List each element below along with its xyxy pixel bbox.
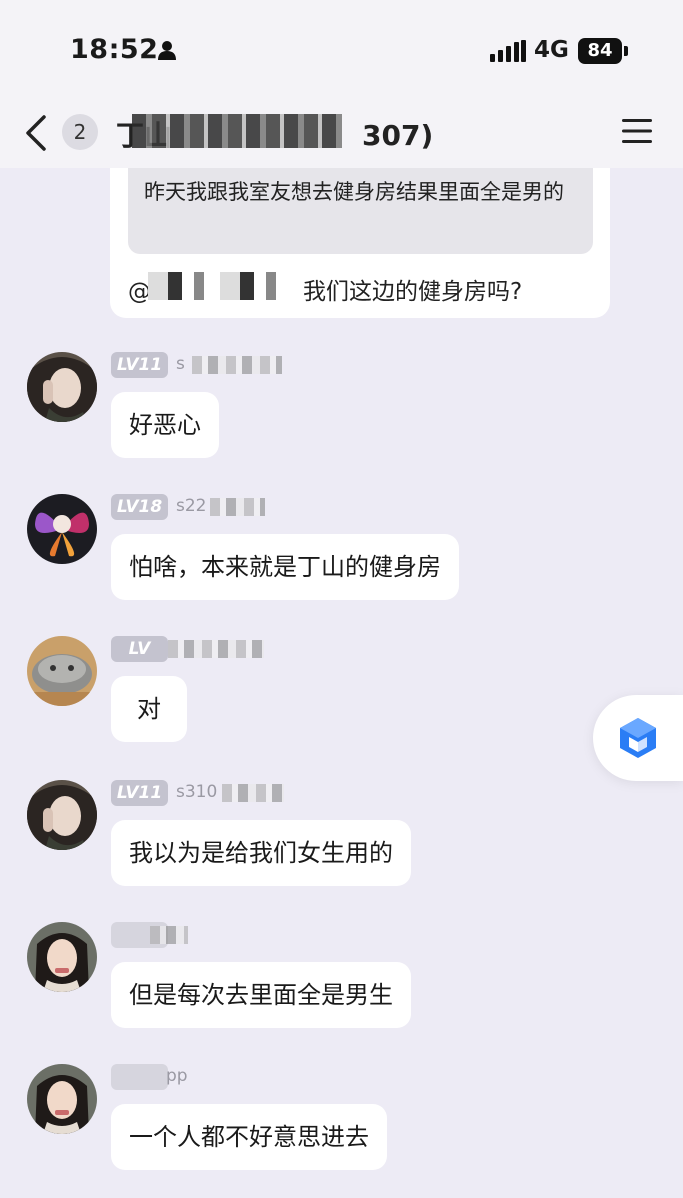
avatar[interactable] <box>27 780 97 850</box>
mention-mosaic <box>148 272 288 300</box>
message-bubble[interactable]: 我以为是给我们女生用的 <box>111 820 411 886</box>
unread-count-badge: 2 <box>62 114 98 150</box>
chat-list[interactable]: 昨天我跟我室友想去健身房结果里面全是男的 @ 我们这边的健身房吗? LV11 s … <box>0 168 683 1198</box>
sender-nickname: s22 <box>176 496 207 516</box>
avatar[interactable] <box>27 352 97 422</box>
avatar-cat-icon <box>27 636 97 706</box>
status-time: 18:52 <box>70 34 159 65</box>
avatar-girl-portrait-icon <box>27 922 97 992</box>
avatar-girl-dark-icon <box>27 352 97 422</box>
message-bubble[interactable]: 怕啥，本来就是丁山的健身房 <box>111 534 459 600</box>
level-badge <box>111 1064 168 1090</box>
message-bubble[interactable]: 一个人都不好意思进去 <box>111 1104 387 1170</box>
level-badge: LV11 <box>111 352 168 378</box>
back-icon[interactable] <box>22 114 50 152</box>
floating-assistant-button[interactable] <box>593 695 683 781</box>
nickname-mosaic <box>150 926 188 944</box>
chat-header: 2 丁山307) <box>0 100 683 168</box>
signal-icon <box>490 40 526 62</box>
battery-level: 84 <box>578 38 622 64</box>
avatar-butterfly-icon <box>27 494 97 564</box>
sender-nickname: pp <box>166 1066 188 1086</box>
avatar[interactable] <box>27 636 97 706</box>
group-title-suffix: 307) <box>362 119 434 152</box>
battery-icon <box>624 46 628 56</box>
person-icon <box>158 41 176 60</box>
menu-icon[interactable] <box>622 118 652 144</box>
level-badge: LV <box>111 636 168 662</box>
message-bubble[interactable]: 对 <box>111 676 187 742</box>
title-mosaic <box>132 114 342 148</box>
nickname-mosaic <box>210 498 265 516</box>
sender-nickname: s <box>176 354 185 374</box>
quoted-text: 昨天我跟我室友想去健身房结果里面全是男的 <box>128 168 593 254</box>
avatar[interactable] <box>27 494 97 564</box>
nickname-mosaic <box>222 784 284 802</box>
level-badge: LV18 <box>111 494 168 520</box>
reply-message-bubble[interactable]: 昨天我跟我室友想去健身房结果里面全是男的 @ 我们这边的健身房吗? <box>110 168 610 318</box>
message-bubble[interactable]: 但是每次去里面全是男生 <box>111 962 411 1028</box>
sender-nickname: s310 <box>176 782 218 802</box>
chat-screen: 18:52 4G 84 2 丁山307) <box>0 0 683 1198</box>
avatar[interactable] <box>27 1064 97 1134</box>
level-badge: LV11 <box>111 780 168 806</box>
nickname-mosaic <box>192 356 282 374</box>
avatar[interactable] <box>27 922 97 992</box>
network-type: 4G <box>534 37 569 63</box>
cube-icon <box>620 718 656 758</box>
message-bubble[interactable]: 好恶心 <box>111 392 219 458</box>
avatar-girl-dark-icon <box>27 780 97 850</box>
nickname-mosaic <box>168 640 264 658</box>
avatar-girl-portrait-icon <box>27 1064 97 1134</box>
mention-text: 我们这边的健身房吗? <box>303 279 523 305</box>
status-bar: 18:52 4G 84 <box>0 0 683 100</box>
